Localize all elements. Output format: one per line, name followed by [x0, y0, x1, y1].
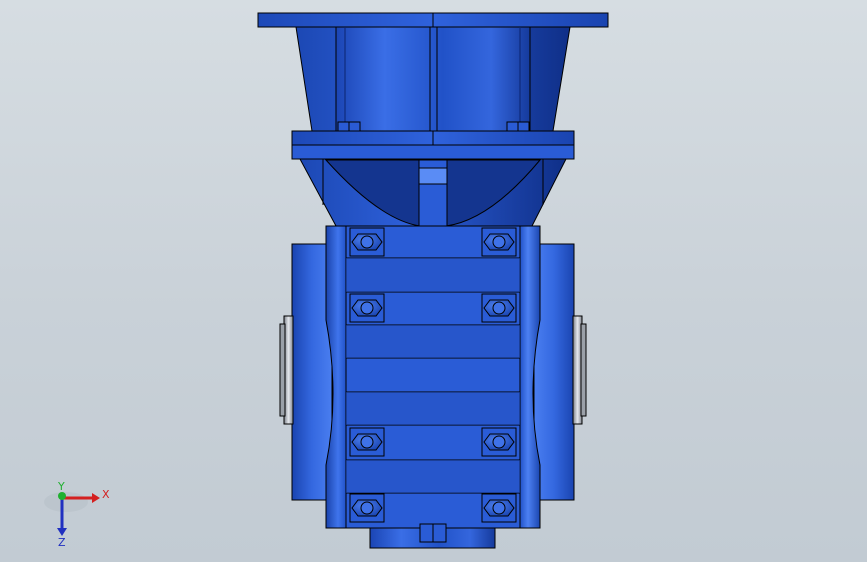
bottom-output-hub: [369, 523, 496, 549]
bolt-row-2-right: [481, 293, 517, 323]
bolt-row-1-left: [349, 227, 385, 257]
bolt-row-4-left: [349, 493, 385, 523]
triad-plane: [44, 492, 88, 512]
left-shaft-housing: [279, 243, 333, 501]
y-axis-label: Y: [57, 480, 65, 493]
x-axis-arrow: [92, 493, 100, 503]
bolt-row-3-left: [349, 427, 385, 457]
adapter-funnel: [299, 158, 567, 227]
graphics-viewport[interactable]: X Y Z: [0, 0, 867, 562]
right-shaft-housing: [533, 243, 587, 501]
gear-reducer-model[interactable]: [0, 0, 867, 562]
top-flange: [257, 12, 609, 28]
reference-triad: X Y Z: [40, 478, 120, 549]
y-axis-dot: [58, 492, 66, 500]
bolt-row-4-right: [481, 493, 517, 523]
z-axis-label: Z: [58, 536, 66, 548]
gearbox-body: [325, 225, 541, 529]
x-axis-label: X: [102, 488, 110, 501]
bolt-row-3-right: [481, 427, 517, 457]
upper-housing: [295, 26, 571, 132]
z-axis-arrow: [57, 528, 67, 536]
bolt-row-1-right: [481, 227, 517, 257]
middle-flange: [291, 130, 575, 160]
bolt-row-2-left: [349, 293, 385, 323]
